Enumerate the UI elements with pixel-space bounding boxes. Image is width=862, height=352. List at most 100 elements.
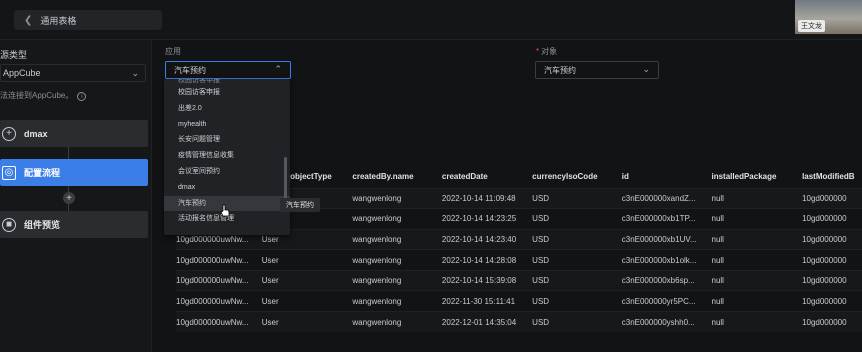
- table-cell: null: [711, 187, 803, 209]
- tab-title: 通用表格: [40, 15, 77, 26]
- chevron-down-icon: ⌄: [131, 68, 139, 78]
- table-cell: 10gd000000: [802, 187, 862, 209]
- table-cell: null: [711, 208, 803, 230]
- sidebar: 源类型 AppCube ⌄ 法连接到AppCube。 i + dmax ◎ 配置流…: [0, 40, 152, 352]
- table-cell: 2022-10-14 11:09:48: [441, 187, 533, 209]
- table-cell: 10gd000000: [802, 311, 862, 333]
- dropdown-option[interactable]: myhealth: [164, 117, 290, 133]
- column-header[interactable]: createdBy.name: [352, 166, 442, 188]
- column-header[interactable]: lastModifiedB: [802, 166, 862, 188]
- connection-hint: 法连接到AppCube。 i: [0, 90, 87, 101]
- table-row[interactable]: 10gd000000uwNw... User wangwenlong 2022-11-…: [176, 290, 862, 312]
- object-select[interactable]: 汽车预约 ⌄: [535, 61, 659, 79]
- table-cell: 10gd000000uwNw...: [176, 290, 262, 312]
- plus-circle-icon: +: [2, 126, 16, 141]
- step-dmax[interactable]: + dmax: [0, 120, 148, 147]
- option-tooltip: 汽车预约: [280, 198, 320, 212]
- table-cell: User: [261, 269, 353, 291]
- table-cell: c3nE000000xb1olk...: [621, 249, 712, 271]
- table-cell: null: [711, 290, 803, 312]
- table-cell: wangwenlong: [352, 249, 442, 271]
- table-cell: c3nE000000yr5PC...: [621, 290, 712, 312]
- dropdown-option[interactable]: 出差2.0: [164, 101, 290, 117]
- preview-icon: ■: [2, 217, 16, 232]
- dropdown-option[interactable]: 疫情管理信息收集: [164, 148, 290, 164]
- table-cell: wangwenlong: [352, 228, 442, 250]
- table-cell: wangwenlong: [352, 208, 442, 230]
- table-cell: USD: [532, 290, 622, 312]
- add-step-icon[interactable]: +: [63, 192, 75, 204]
- table-cell: null: [711, 249, 803, 271]
- app-select[interactable]: 汽车预约 ⌃: [165, 61, 291, 79]
- table-cell: USD: [532, 311, 622, 333]
- dropdown-option[interactable]: 会议室间预约: [164, 164, 290, 180]
- table-cell: wangwenlong: [352, 290, 442, 312]
- table-cell: USD: [532, 228, 622, 250]
- app-select-value: 汽车预约: [174, 65, 206, 75]
- object-label: * 对象: [536, 46, 557, 57]
- video-avatar: 王文龙: [795, 0, 862, 34]
- table-cell: c3nE000000xb6sp...: [621, 269, 712, 291]
- table-cell: 2022-10-14 14:28:08: [441, 249, 533, 271]
- table-cell: 10gd000000: [802, 249, 862, 271]
- table-cell: USD: [532, 249, 622, 271]
- table-cell: User: [261, 249, 353, 271]
- app-label: 应用: [165, 47, 181, 56]
- table-cell: USD: [532, 269, 622, 291]
- table-cell: 2022-12-01 14:35:04: [441, 311, 533, 333]
- table-cell: wangwenlong: [352, 269, 442, 291]
- table-cell: c3nE000000xb1TP...: [621, 208, 712, 230]
- table-cell: USD: [532, 187, 622, 209]
- dropdown-option[interactable]: dmax: [164, 180, 290, 196]
- table-row[interactable]: 10gd000000uwNw... User wangwenlong 2022-10-…: [176, 269, 862, 291]
- table-cell: 10gd000000: [802, 228, 862, 250]
- table-cell: c3nE000000xandZ...: [621, 187, 712, 209]
- dropdown-option[interactable]: 校园访客申报: [164, 85, 290, 101]
- step-component-preview[interactable]: ■ 组件预览: [0, 211, 148, 238]
- table-row[interactable]: 10gd000000uwNw... User wangwenlong 2022-12-…: [176, 311, 862, 333]
- table-cell: User: [261, 311, 353, 333]
- table-row[interactable]: 10gd000000uwNw... User wangwenlong 2022-10-…: [176, 249, 862, 271]
- table-cell: 10gd000000: [802, 290, 862, 312]
- hand-cursor-icon: [220, 204, 230, 217]
- step-label: 配置流程: [24, 168, 61, 178]
- flow-icon: ◎: [2, 165, 16, 180]
- column-header[interactable]: createdDate: [442, 166, 532, 188]
- source-type-value: AppCube: [3, 68, 41, 78]
- chevron-down-icon: ⌄: [642, 64, 650, 74]
- dropdown-option[interactable]: 长安问题管理: [164, 132, 290, 148]
- table-cell: 2022-11-30 15:11:41: [441, 290, 533, 312]
- step-config-flow[interactable]: ◎ 配置流程: [0, 159, 148, 186]
- column-header[interactable]: installedPackage: [712, 166, 803, 188]
- table-cell: USD: [532, 208, 622, 230]
- object-label-text: 对象: [541, 47, 558, 56]
- table-cell: c3nE000000yshh0...: [621, 311, 712, 333]
- column-header[interactable]: id: [622, 166, 712, 188]
- table-cell: 10gd000000: [802, 269, 862, 291]
- hint-text: 法连接到AppCube。: [0, 91, 74, 100]
- table-cell: 10gd000000uwNw...: [176, 249, 262, 271]
- table-cell: 10gd000000uwNw...: [176, 311, 262, 333]
- required-mark: *: [536, 47, 540, 56]
- tab-general-table[interactable]: ❮ 通用表格: [14, 10, 162, 30]
- table-cell: null: [711, 311, 803, 333]
- table-cell: User: [261, 290, 353, 312]
- info-icon[interactable]: i: [77, 92, 87, 101]
- chevron-left-icon[interactable]: ❮: [24, 15, 32, 26]
- table-cell: 2022-10-14 15:39:08: [441, 269, 533, 291]
- source-type-label: 源类型: [0, 50, 28, 60]
- table-cell: 10gd000000uwNw...: [176, 269, 262, 291]
- connector-line: [68, 147, 69, 159]
- table-cell: wangwenlong: [352, 187, 442, 209]
- table-cell: null: [711, 228, 803, 250]
- top-bar: ❮ 通用表格 王文龙: [0, 0, 862, 40]
- chevron-up-icon: ⌃: [274, 64, 282, 74]
- source-type-select[interactable]: AppCube ⌄: [0, 64, 146, 82]
- object-select-value: 汽车预约: [544, 65, 576, 75]
- table-cell: 2022-10-14 14:23:25: [441, 208, 533, 230]
- table-cell: 2022-10-14 14:23:40: [441, 228, 533, 250]
- table-cell: wangwenlong: [352, 311, 442, 333]
- step-label: dmax: [24, 128, 48, 139]
- table-cell: 10gd000000: [802, 208, 862, 230]
- column-header[interactable]: currencyIsoCode: [532, 166, 622, 188]
